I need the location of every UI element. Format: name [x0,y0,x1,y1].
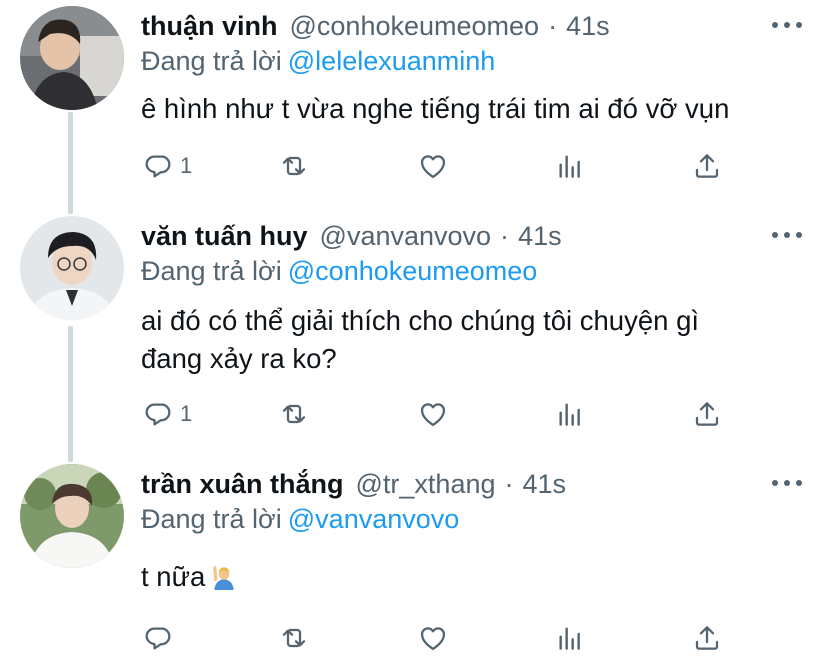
share-button[interactable] [691,146,723,186]
user-handle[interactable]: @tr_xthang [356,469,496,500]
share-icon [695,154,719,178]
retweet-icon [282,404,306,424]
retweet-icon [282,156,306,176]
avatar-photo [20,6,124,110]
share-button[interactable] [691,394,723,434]
replying-to: Đang trả lời @conhokeumeomeo [141,256,537,287]
analytics-icon [559,155,580,178]
like-icon [420,403,446,427]
analytics-icon [559,403,580,426]
tweet[interactable]: trần xuân thắng @tr_xthang · 41s Đang tr… [0,464,828,670]
reply-button[interactable] [142,618,180,658]
reply-icon [145,155,171,178]
reply-icon [145,403,171,426]
tweet-text-line: đang xảy ra ko? [141,343,337,374]
user-handle[interactable]: @vanvanvovo [320,221,492,252]
avatar[interactable] [20,464,124,568]
tweet-actions: 1 [0,146,828,186]
display-name[interactable]: trần xuân thắng [141,469,344,500]
tweet-header: thuận vinh @conhokeumeomeo · 41s [141,6,808,46]
replying-mention[interactable]: @vanvanvovo [288,504,460,534]
display-name[interactable]: thuận vinh [141,11,278,42]
tweet-text-line: t nữa [141,561,206,592]
avatar-photo [20,216,124,320]
separator: · [500,220,510,251]
more-options-icon[interactable] [772,12,802,38]
man-raising-hand-emoji [213,566,235,590]
separator: · [504,468,514,499]
share-icon [695,626,719,650]
tweet[interactable]: thuận vinh @conhokeumeomeo · 41s Đang tr… [0,6,828,196]
tweet-header: trần xuân thắng @tr_xthang · 41s [141,464,808,504]
tweet-text-line: ai đó có thể giải thích cho chúng tôi ch… [141,305,700,336]
retweet-button[interactable] [278,394,310,434]
more-options-icon[interactable] [772,470,802,496]
tweet-text: t nữa [141,558,808,596]
retweet-button[interactable] [278,146,310,186]
reply-count: 1 [180,401,193,426]
reply-button[interactable]: 1 [142,146,192,186]
share-button[interactable] [691,618,723,658]
like-button[interactable] [417,146,449,186]
timestamp[interactable]: 41s [566,11,610,42]
share-icon [695,402,719,426]
replying-to: Đang trả lời @lelelexuanminh [141,46,495,77]
reply-icon [145,627,171,650]
avatar[interactable] [20,216,124,320]
tweet-text-line: ê hình như t vừa nghe tiếng trái tim ai … [141,93,730,124]
tweet-text: ai đó có thể giải thích cho chúng tôi ch… [141,302,808,378]
reply-count: 1 [180,153,193,178]
tweet-actions: 1 [0,394,828,434]
analytics-button[interactable] [554,394,586,434]
tweet[interactable]: văn tuấn huy @vanvanvovo · 41s Đang trả … [0,216,828,446]
timestamp[interactable]: 41s [518,221,562,252]
tweet-text: ê hình như t vừa nghe tiếng trái tim ai … [141,90,808,128]
replying-mention[interactable]: @lelelexuanminh [288,46,496,76]
avatar-photo [20,464,124,568]
like-icon [420,627,446,651]
replying-prefix: Đang trả lời [141,256,282,286]
retweet-button[interactable] [278,618,310,658]
like-button[interactable] [417,394,449,434]
retweet-icon [282,628,306,648]
analytics-button[interactable] [554,146,586,186]
like-icon [420,155,446,179]
tweet-actions [0,618,828,658]
user-handle[interactable]: @conhokeumeomeo [290,11,540,42]
replying-to: Đang trả lời @vanvanvovo [141,504,459,535]
replying-prefix: Đang trả lời [141,46,282,76]
display-name[interactable]: văn tuấn huy [141,221,308,252]
avatar[interactable] [20,6,124,110]
more-options-icon[interactable] [772,222,802,248]
analytics-icon [559,627,580,650]
reply-button[interactable]: 1 [142,394,192,434]
analytics-button[interactable] [554,618,586,658]
like-button[interactable] [417,618,449,658]
replying-prefix: Đang trả lời [141,504,282,534]
timestamp[interactable]: 41s [523,469,567,500]
replying-mention[interactable]: @conhokeumeomeo [288,256,538,286]
tweet-header: văn tuấn huy @vanvanvovo · 41s [141,216,808,256]
separator: · [548,10,558,41]
